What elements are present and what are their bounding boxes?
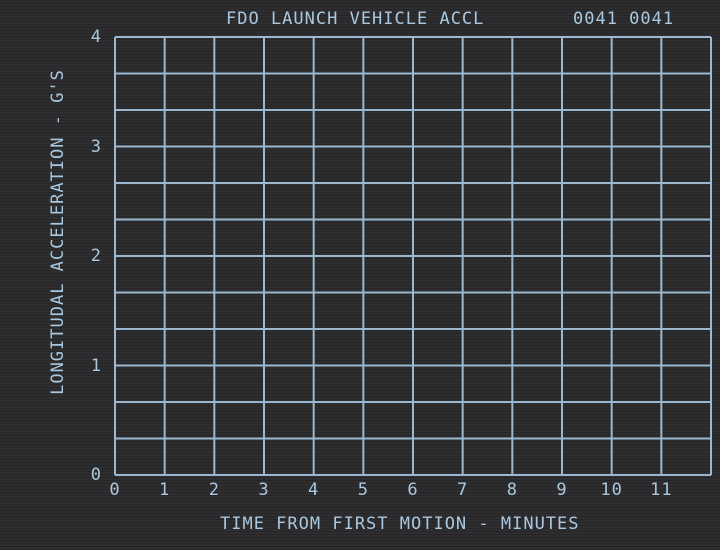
- x-tick-label: 2: [208, 480, 220, 500]
- plot-grid: [114, 36, 712, 476]
- y-axis-label: LONGITUDAL ACCELERATION - G'S: [48, 69, 68, 395]
- x-tick-label: 1: [159, 480, 171, 500]
- y-tick-label: 0: [90, 465, 102, 485]
- x-tick-label: 3: [258, 480, 270, 500]
- display-title: FDO LAUNCH VEHICLE ACCL: [226, 9, 485, 29]
- x-tick-label: 11: [650, 480, 673, 500]
- y-tick-label: 1: [90, 355, 102, 376]
- display-codes: 0041 0041: [573, 9, 675, 29]
- x-tick-label: 0: [109, 480, 121, 500]
- x-tick-label: 6: [407, 480, 419, 500]
- fdo-display-screen: FDO LAUNCH VEHICLE ACCL 0041 0041 TIME F…: [0, 0, 720, 550]
- x-tick-label: 7: [457, 480, 469, 500]
- x-tick-label: 10: [600, 480, 623, 500]
- x-tick-label: 5: [357, 480, 369, 500]
- x-tick-label: 8: [506, 480, 518, 500]
- x-axis-label: TIME FROM FIRST MOTION - MINUTES: [220, 514, 580, 534]
- x-tick-label: 4: [308, 480, 320, 500]
- y-tick-label: 3: [90, 136, 102, 157]
- x-tick-label: 9: [556, 480, 568, 500]
- y-tick-label: 2: [90, 246, 102, 266]
- y-tick-label: 4: [90, 27, 102, 47]
